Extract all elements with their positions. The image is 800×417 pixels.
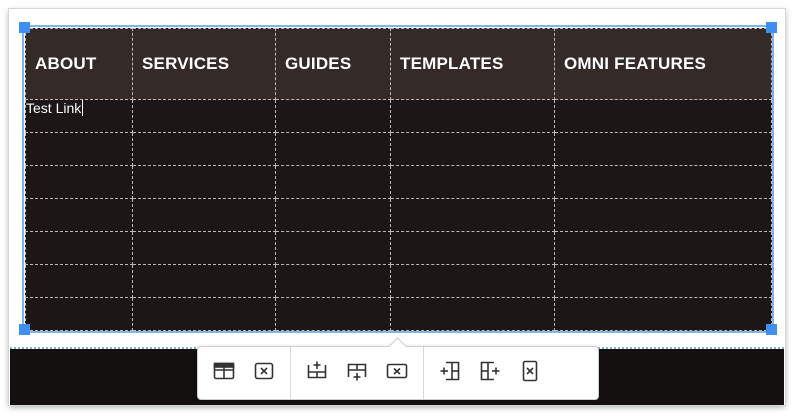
table-cell[interactable] xyxy=(25,132,133,166)
table-row xyxy=(25,264,772,298)
table-cell[interactable] xyxy=(275,264,391,298)
table-cell[interactable] xyxy=(132,231,276,265)
table-cell[interactable] xyxy=(25,297,133,331)
table-grid[interactable]: ABOUT SERVICES GUIDES TEMPLATES OMNI FEA… xyxy=(25,28,772,331)
header-cell-guides[interactable]: GUIDES xyxy=(275,28,391,100)
header-cell-omni-features[interactable]: OMNI FEATURES xyxy=(554,28,772,100)
resize-handle-top-left[interactable] xyxy=(19,22,30,33)
table-cell[interactable] xyxy=(390,165,555,199)
insert-row-after-icon xyxy=(345,359,369,388)
table-cell[interactable] xyxy=(275,99,391,133)
resize-handle-top-right[interactable] xyxy=(766,22,777,33)
resize-handle-bottom-left[interactable] xyxy=(19,324,30,335)
insert-row-before-icon xyxy=(305,359,329,388)
table-cell[interactable] xyxy=(275,132,391,166)
table-body: Test Link xyxy=(25,99,772,331)
text-caret xyxy=(82,100,84,116)
delete-row-button[interactable] xyxy=(377,353,417,393)
toolbar-group-rows xyxy=(290,347,423,399)
insert-row-before-button[interactable] xyxy=(297,353,337,393)
toolbar-group-table xyxy=(198,347,290,399)
table-cell[interactable] xyxy=(132,297,276,331)
table-cell[interactable] xyxy=(390,99,555,133)
table-cell[interactable] xyxy=(554,165,772,199)
header-cell-templates[interactable]: TEMPLATES xyxy=(390,28,555,100)
table-row xyxy=(25,132,772,166)
table-cell[interactable] xyxy=(390,198,555,232)
table-cell[interactable] xyxy=(132,165,276,199)
delete-table-icon xyxy=(252,359,276,388)
delete-table-button[interactable] xyxy=(244,353,284,393)
table-cell[interactable]: Test Link xyxy=(25,99,133,133)
table-cell[interactable] xyxy=(554,231,772,265)
selected-table[interactable]: ABOUT SERVICES GUIDES TEMPLATES OMNI FEA… xyxy=(22,25,774,333)
insert-column-after-button[interactable] xyxy=(470,353,510,393)
table-row xyxy=(25,198,772,232)
delete-row-icon xyxy=(385,359,409,388)
header-cell-about[interactable]: ABOUT xyxy=(25,28,133,100)
table-cell[interactable] xyxy=(554,297,772,331)
table-cell[interactable] xyxy=(554,99,772,133)
table-toolbar xyxy=(197,337,599,400)
resize-handle-bottom-right[interactable] xyxy=(766,324,777,335)
table-cell[interactable] xyxy=(554,132,772,166)
insert-column-before-icon xyxy=(438,359,462,388)
insert-row-after-button[interactable] xyxy=(337,353,377,393)
table-cell[interactable] xyxy=(390,132,555,166)
table-cell[interactable] xyxy=(25,231,133,265)
insert-column-before-button[interactable] xyxy=(430,353,470,393)
table-cell[interactable] xyxy=(132,264,276,298)
table-row xyxy=(25,297,772,331)
table-cell[interactable] xyxy=(275,165,391,199)
table-cell[interactable] xyxy=(25,198,133,232)
table-cell[interactable] xyxy=(132,132,276,166)
insert-column-after-icon xyxy=(478,359,502,388)
table-cell[interactable] xyxy=(25,264,133,298)
table-cell[interactable] xyxy=(25,165,133,199)
table-cell[interactable] xyxy=(554,264,772,298)
table-cell[interactable] xyxy=(390,264,555,298)
table-properties-button[interactable] xyxy=(204,353,244,393)
table-properties-icon xyxy=(212,359,236,388)
table-cell[interactable] xyxy=(275,297,391,331)
header-cell-services[interactable]: SERVICES xyxy=(132,28,276,100)
table-cell[interactable] xyxy=(132,198,276,232)
delete-column-icon xyxy=(518,359,542,388)
cell-link-text[interactable]: Test Link xyxy=(26,100,81,116)
table-cell[interactable] xyxy=(390,297,555,331)
table-cell[interactable] xyxy=(554,198,772,232)
delete-column-button[interactable] xyxy=(510,353,550,393)
table-cell[interactable] xyxy=(132,99,276,133)
table-cell[interactable] xyxy=(390,231,555,265)
table-header-row: ABOUT SERVICES GUIDES TEMPLATES OMNI FEA… xyxy=(25,28,772,100)
table-row xyxy=(25,165,772,199)
toolbar-group-columns xyxy=(423,347,556,399)
table-cell[interactable] xyxy=(275,198,391,232)
table-cell[interactable] xyxy=(275,231,391,265)
table-row xyxy=(25,231,772,265)
table-row: Test Link xyxy=(25,99,772,133)
